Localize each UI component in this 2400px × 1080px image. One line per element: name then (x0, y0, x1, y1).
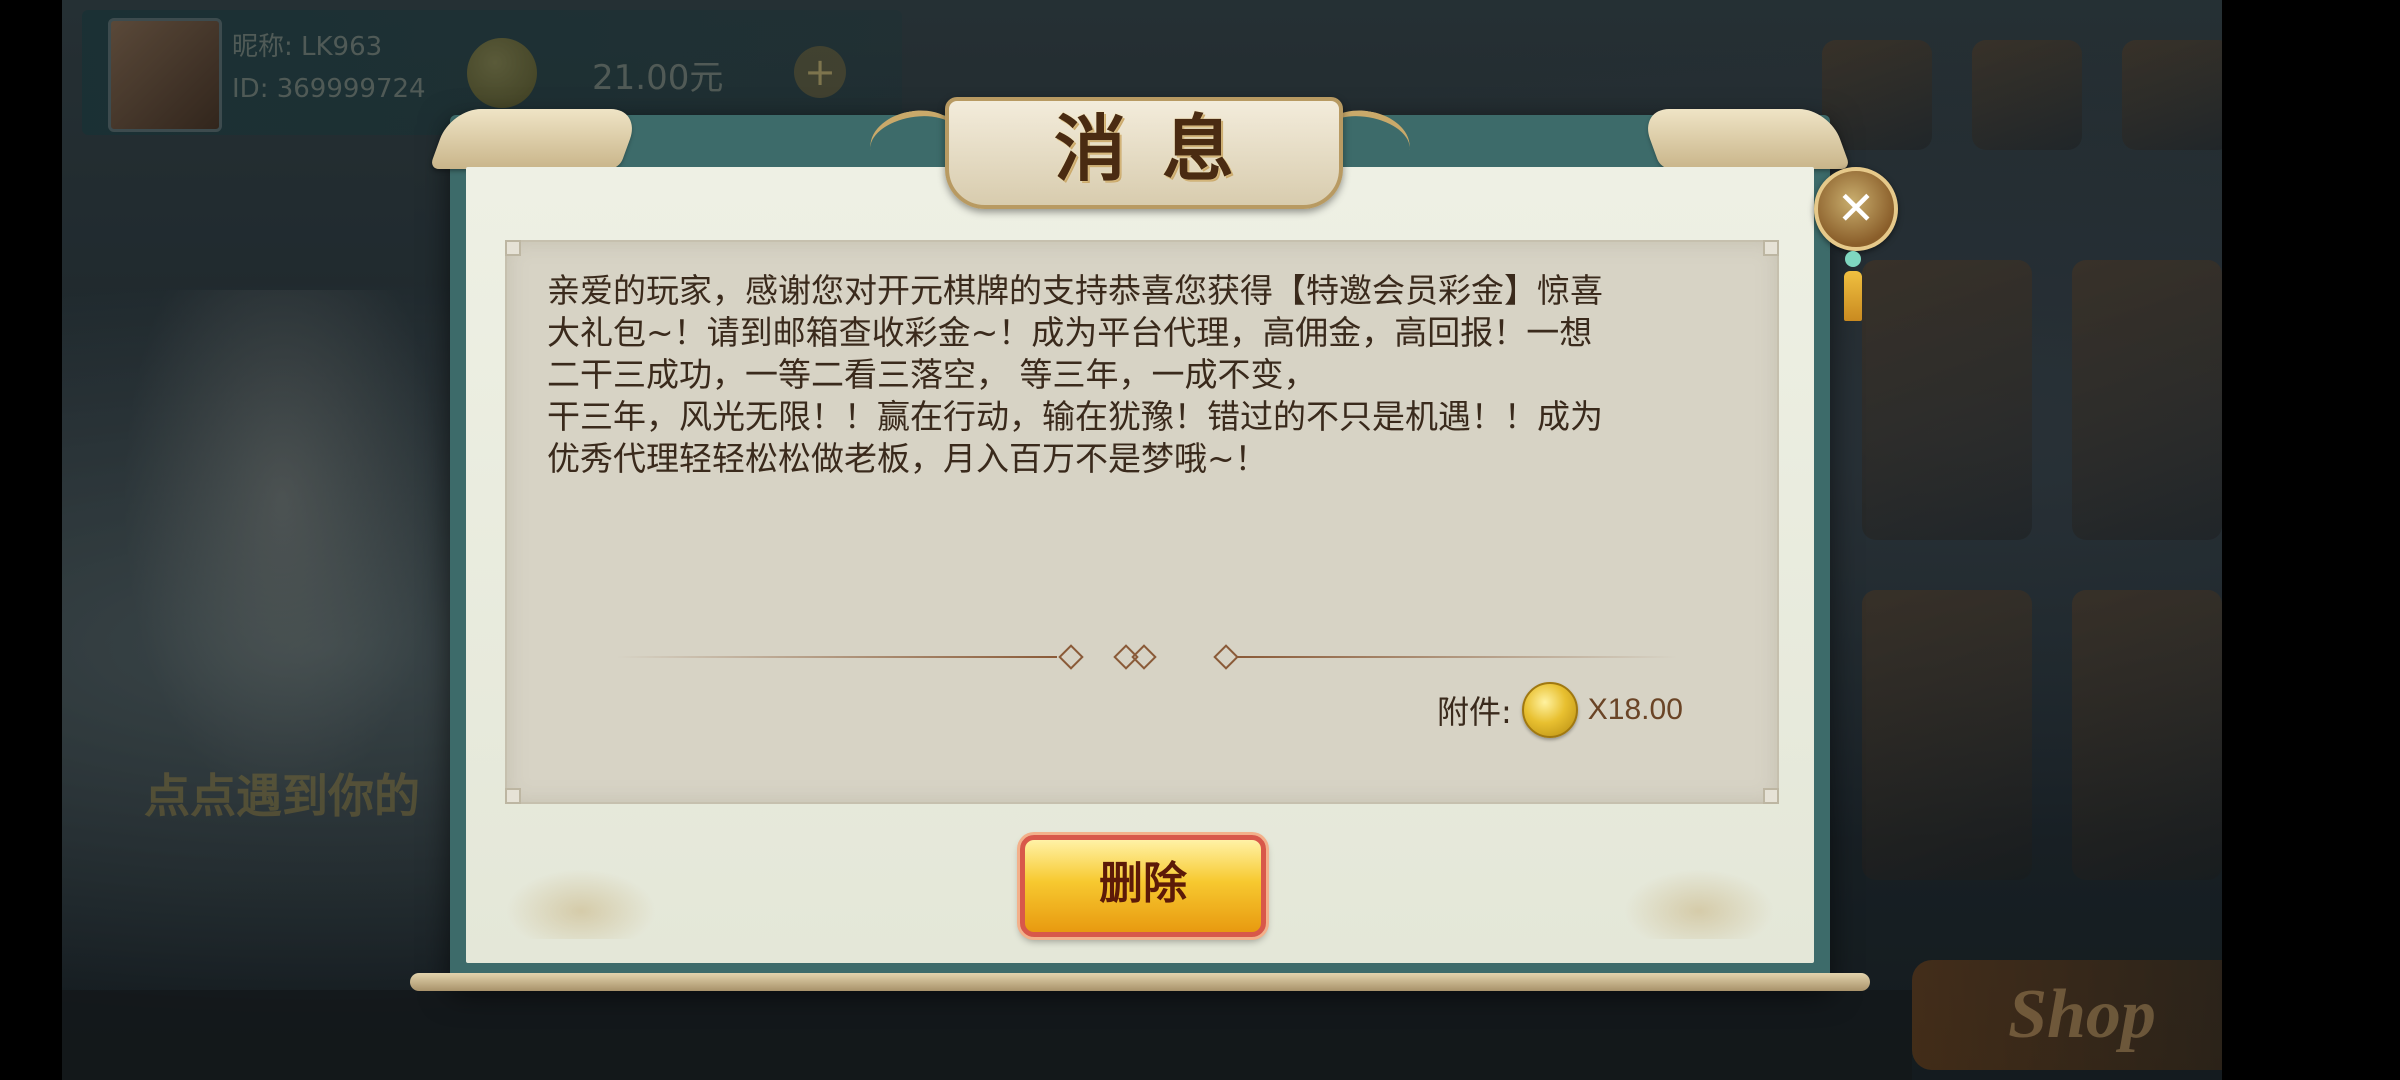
attachment-amount: X18.00 (1587, 693, 1683, 726)
attachment-row: 附件: X18.00 (1437, 680, 1683, 740)
right-corner-ornament (1639, 109, 1851, 169)
close-button[interactable]: ✕ (1814, 167, 1898, 251)
delete-button[interactable]: 删除 (1020, 835, 1266, 937)
left-corner-ornament (429, 109, 641, 169)
cloud-decoration (1624, 869, 1774, 939)
close-icon: ✕ (1836, 181, 1876, 235)
tassel-decoration (1844, 245, 1862, 335)
cloud-decoration (506, 869, 656, 939)
attachment-label: 附件: (1437, 693, 1512, 731)
ornamental-divider (617, 642, 1677, 672)
scroll-rod (410, 973, 1870, 991)
title-plaque: 消息 (945, 97, 1343, 209)
gold-coin-icon (1521, 682, 1578, 738)
message-dialog: 消息 ✕ 亲爱的玩家，感谢您对开元棋牌的支持恭喜您获得【特邀会员彩金】惊喜 大礼… (400, 97, 1898, 1005)
message-box: 亲爱的玩家，感谢您对开元棋牌的支持恭喜您获得【特邀会员彩金】惊喜 大礼包~！请到… (505, 240, 1779, 804)
message-body: 亲爱的玩家，感谢您对开元棋牌的支持恭喜您获得【特邀会员彩金】惊喜 大礼包~！请到… (547, 271, 1603, 478)
dialog-title: 消息 (1053, 106, 1270, 191)
